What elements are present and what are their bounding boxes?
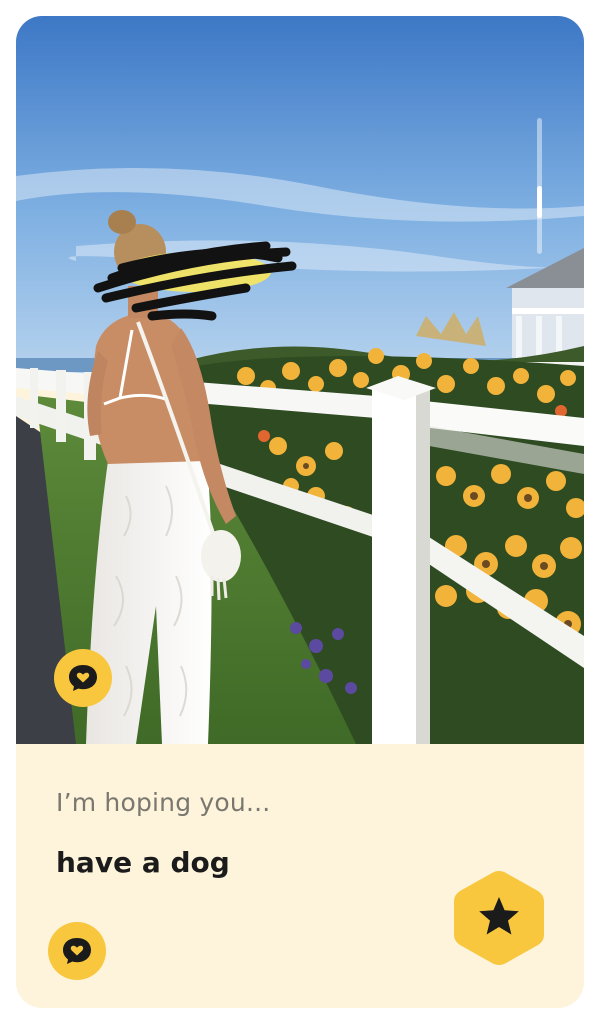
speech-bubble-heart-icon [63, 938, 91, 964]
profile-card: I’m hoping you... have a dog [16, 16, 584, 1008]
prompt-comment-button[interactable] [48, 922, 106, 980]
photo-scroll-thumb[interactable] [537, 186, 542, 218]
prompt-answer: have a dog [56, 846, 230, 879]
superlike-button[interactable] [452, 869, 546, 967]
photo-scroll-indicator[interactable] [537, 118, 542, 254]
speech-bubble-heart-icon [69, 665, 97, 691]
profile-photo[interactable] [16, 16, 584, 744]
prompt-section: I’m hoping you... have a dog [16, 744, 584, 1008]
photo-comment-button[interactable] [54, 649, 112, 707]
photo-illustration [16, 16, 584, 744]
superlike-hexagon [454, 871, 544, 965]
prompt-question: I’m hoping you... [56, 788, 271, 817]
